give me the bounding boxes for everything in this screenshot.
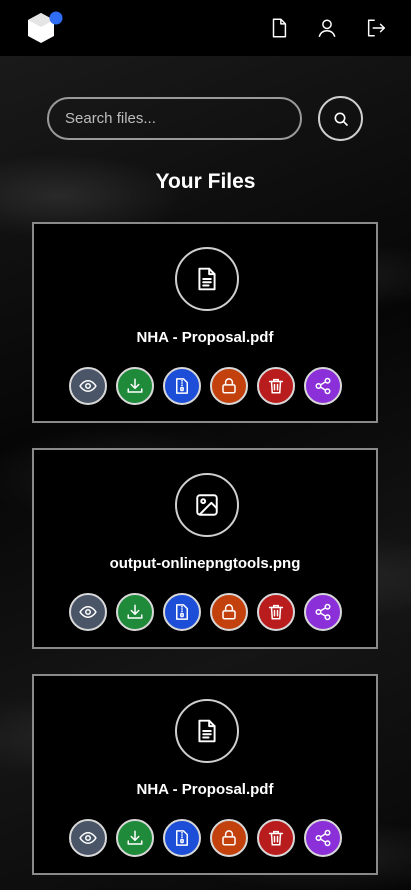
share-icon: [315, 603, 331, 621]
compress-button[interactable]: [163, 593, 201, 631]
zip-icon: [176, 378, 188, 394]
download-icon: [127, 604, 143, 619]
file-card: output-onlinepngtools.png: [32, 448, 378, 649]
file-card: NHA - Proposal.pdf: [32, 222, 378, 423]
compress-button[interactable]: [163, 819, 201, 857]
document-icon: [198, 267, 216, 291]
logout-icon[interactable]: [365, 17, 387, 39]
share-icon: [315, 829, 331, 847]
eye-icon: [79, 605, 97, 619]
file-card: NHA - Proposal.pdf: [32, 674, 378, 875]
lock-icon: [222, 604, 236, 620]
lock-button[interactable]: [210, 593, 248, 631]
share-button[interactable]: [304, 367, 342, 405]
search-icon: [334, 112, 348, 126]
share-icon: [315, 377, 331, 395]
file-type-badge: [175, 473, 239, 537]
compress-button[interactable]: [163, 367, 201, 405]
lock-button[interactable]: [210, 819, 248, 857]
search-button[interactable]: [318, 96, 363, 141]
download-button[interactable]: [116, 367, 154, 405]
file-actions: [69, 367, 345, 405]
file-type-badge: [175, 699, 239, 763]
trash-icon: [268, 604, 284, 620]
download-icon: [127, 378, 143, 393]
file-name: output-onlinepngtools.png: [109, 555, 301, 572]
file-actions: [69, 819, 345, 857]
lock-icon: [222, 830, 236, 846]
zip-icon: [176, 830, 188, 846]
trash-icon: [268, 830, 284, 846]
lock-button[interactable]: [210, 367, 248, 405]
file-name: NHA - Proposal.pdf: [136, 329, 274, 346]
document-icon: [198, 719, 216, 743]
delete-button[interactable]: [257, 367, 295, 405]
view-button[interactable]: [69, 819, 107, 857]
zip-icon: [176, 604, 188, 620]
eye-icon: [79, 379, 97, 393]
search-input[interactable]: [47, 97, 302, 140]
file-actions: [69, 593, 345, 631]
share-button[interactable]: [304, 593, 342, 631]
document-icon[interactable]: [268, 17, 290, 39]
share-button[interactable]: [304, 819, 342, 857]
page-title: Your Files: [155, 170, 256, 193]
delete-button[interactable]: [257, 819, 295, 857]
download-icon: [127, 830, 143, 845]
image-icon: [196, 494, 218, 516]
user-icon[interactable]: [316, 17, 338, 39]
file-name: NHA - Proposal.pdf: [136, 781, 274, 798]
lock-icon: [222, 378, 236, 394]
top-nav-bar: [0, 0, 411, 56]
download-button[interactable]: [116, 819, 154, 857]
download-button[interactable]: [116, 593, 154, 631]
view-button[interactable]: [69, 367, 107, 405]
file-type-badge: [175, 247, 239, 311]
eye-icon: [79, 831, 97, 845]
view-button[interactable]: [69, 593, 107, 631]
delete-button[interactable]: [257, 593, 295, 631]
app-logo[interactable]: [24, 10, 64, 46]
search-bar: [47, 97, 302, 140]
trash-icon: [268, 378, 284, 394]
